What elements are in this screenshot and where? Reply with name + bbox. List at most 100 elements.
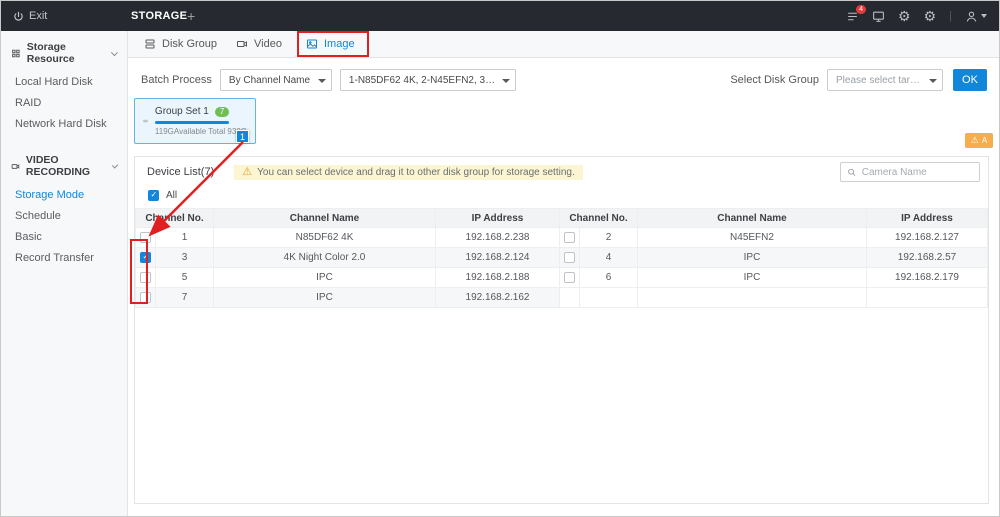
chevron-down-icon — [981, 14, 987, 18]
select-all-row: All — [135, 187, 988, 203]
device-row[interactable]: 1 N85DF62 4K 192.168.2.238 2 N45EFN2 192… — [136, 228, 988, 248]
alarm-status-widget[interactable]: ⚠ A — [965, 133, 993, 148]
cell-channel-no: 2 — [580, 228, 638, 248]
row-checkbox[interactable] — [140, 292, 151, 303]
task-list-icon[interactable]: 4 — [846, 10, 859, 23]
cell-channel-no: 6 — [580, 268, 638, 288]
maintain-gear-icon[interactable]: ⚙ — [898, 9, 911, 23]
cell-ip: 192.168.2.238 — [436, 228, 560, 248]
camera-search-input[interactable] — [862, 167, 973, 178]
col-channel-name: Channel Name — [638, 209, 867, 228]
cell-ip: 192.168.2.127 — [867, 228, 988, 248]
top-bar: Exit STORAGE + 4 ⚙ ⚙ | — [1, 1, 999, 31]
device-row[interactable]: 5 IPC 192.168.2.188 6 IPC 192.168.2.179 — [136, 268, 988, 288]
sidebar-item-local-hard-disk[interactable]: Local Hard Disk — [1, 72, 127, 93]
device-table-header-row: Channel No. Channel Name IP Address Chan… — [136, 209, 988, 228]
cell-channel-name: IPC — [638, 268, 867, 288]
topbar-divider: | — [949, 10, 952, 22]
cell-channel-no: 4 — [580, 248, 638, 268]
batch-mode-select[interactable]: By Channel Name — [220, 69, 332, 91]
row-checkbox[interactable] — [564, 272, 575, 283]
warning-icon: ⚠ — [242, 167, 252, 178]
row-checkbox[interactable] — [564, 232, 575, 243]
topbar-icon-group: 4 ⚙ ⚙ | — [846, 1, 987, 31]
sidebar-item-schedule[interactable]: Schedule — [1, 206, 127, 227]
user-icon — [965, 10, 978, 23]
video-recording-icon — [11, 161, 20, 172]
cell-ip: 192.168.2.57 — [867, 248, 988, 268]
group-card-body: Group Set 1 7 119GAvailable Total 930G — [155, 106, 247, 136]
cell-empty — [867, 288, 988, 308]
cell-channel-no: 5 — [156, 268, 214, 288]
col-ip-address: IP Address — [867, 209, 988, 228]
sidebar-item-basic[interactable]: Basic — [1, 227, 127, 248]
camera-search-box[interactable] — [840, 162, 980, 182]
cell-channel-name: 4K Night Color 2.0 — [214, 248, 436, 268]
sidebar-item-network-hard-disk[interactable]: Network Hard Disk — [1, 114, 127, 135]
batch-toolbar: Batch Process By Channel Name 1-N85DF62 … — [141, 68, 987, 92]
storage-resource-icon — [11, 48, 21, 59]
exit-label: Exit — [29, 10, 47, 22]
cell-channel-name: N85DF62 4K — [214, 228, 436, 248]
cell-empty — [560, 288, 580, 308]
row-checkbox[interactable] — [140, 252, 151, 263]
sidebar-section-video-recording[interactable]: VIDEO RECORDING — [1, 144, 127, 185]
cell-empty — [638, 288, 867, 308]
device-table: Channel No. Channel Name IP Address Chan… — [135, 208, 988, 308]
chevron-down-icon — [112, 162, 119, 169]
col-channel-no: Channel No. — [560, 209, 638, 228]
channel-count-badge: 7 — [215, 107, 229, 117]
row-checkbox[interactable] — [140, 232, 151, 243]
sidebar-item-record-transfer[interactable]: Record Transfer — [1, 248, 127, 269]
storage-window-tab[interactable]: STORAGE — [131, 1, 187, 31]
section-label: VIDEO RECORDING — [26, 154, 107, 178]
ok-button[interactable]: OK — [953, 69, 987, 91]
select-all-checkbox[interactable] — [148, 190, 159, 201]
video-icon — [236, 38, 248, 50]
tab-image[interactable]: Image — [306, 31, 355, 57]
row-checkbox[interactable] — [140, 272, 151, 283]
target-disk-group-select[interactable]: Please select target disk ... — [827, 69, 943, 91]
sidebar: Storage Resource Local Hard Disk RAID Ne… — [1, 31, 128, 517]
chevron-down-icon — [318, 79, 326, 83]
device-row[interactable]: 7 IPC 192.168.2.162 — [136, 288, 988, 308]
cell-channel-name: N45EFN2 — [638, 228, 867, 248]
notification-badge: 4 — [856, 5, 866, 14]
tab-label: Disk Group — [162, 38, 217, 50]
device-list-panel: Device List(7) ⚠ You can select device a… — [134, 156, 989, 504]
group-name: Group Set 1 — [155, 106, 209, 117]
user-menu[interactable] — [965, 10, 987, 23]
hard-disk-icon — [143, 110, 148, 132]
capacity-progress-bar — [155, 121, 229, 124]
sidebar-item-raid[interactable]: RAID — [1, 93, 127, 114]
section-label: Storage Resource — [27, 41, 107, 65]
row-checkbox[interactable] — [564, 252, 575, 263]
sidebar-item-storage-mode[interactable]: Storage Mode — [1, 185, 127, 206]
device-row[interactable]: 3 4K Night Color 2.0 192.168.2.124 4 IPC… — [136, 248, 988, 268]
device-list-header: Device List(7) ⚠ You can select device a… — [135, 157, 988, 187]
settings-gear-icon[interactable]: ⚙ — [924, 9, 937, 23]
cell-ip: 192.168.2.162 — [436, 288, 560, 308]
add-tab-button[interactable]: + — [187, 1, 195, 31]
tab-video[interactable]: Video — [236, 31, 282, 57]
chevron-down-icon — [929, 79, 937, 83]
batch-process-label: Batch Process — [141, 74, 212, 86]
col-ip-address: IP Address — [436, 209, 560, 228]
device-list-title: Device List(7) — [147, 166, 214, 178]
tab-label: Video — [254, 38, 282, 50]
exit-button[interactable]: Exit — [13, 1, 47, 31]
alarm-label: A — [982, 136, 987, 145]
warning-icon: ⚠ — [971, 135, 979, 146]
cell-ip: 192.168.2.188 — [436, 268, 560, 288]
channel-select[interactable]: 1-N85DF62 4K, 2-N45EFN2, 3-4K Night Co..… — [340, 69, 516, 91]
power-icon — [13, 11, 24, 22]
sidebar-section-storage-resource[interactable]: Storage Resource — [1, 31, 127, 72]
content-tab-bar: Disk Group Video Image — [128, 31, 999, 58]
tab-disk-group[interactable]: Disk Group — [144, 31, 217, 57]
search-icon — [847, 167, 857, 178]
image-icon — [306, 38, 318, 50]
backup-icon[interactable] — [872, 10, 885, 23]
chevron-down-icon — [111, 49, 118, 56]
drag-hint: ⚠ You can select device and drag it to o… — [234, 165, 582, 180]
select-disk-group-label: Select Disk Group — [730, 74, 819, 86]
